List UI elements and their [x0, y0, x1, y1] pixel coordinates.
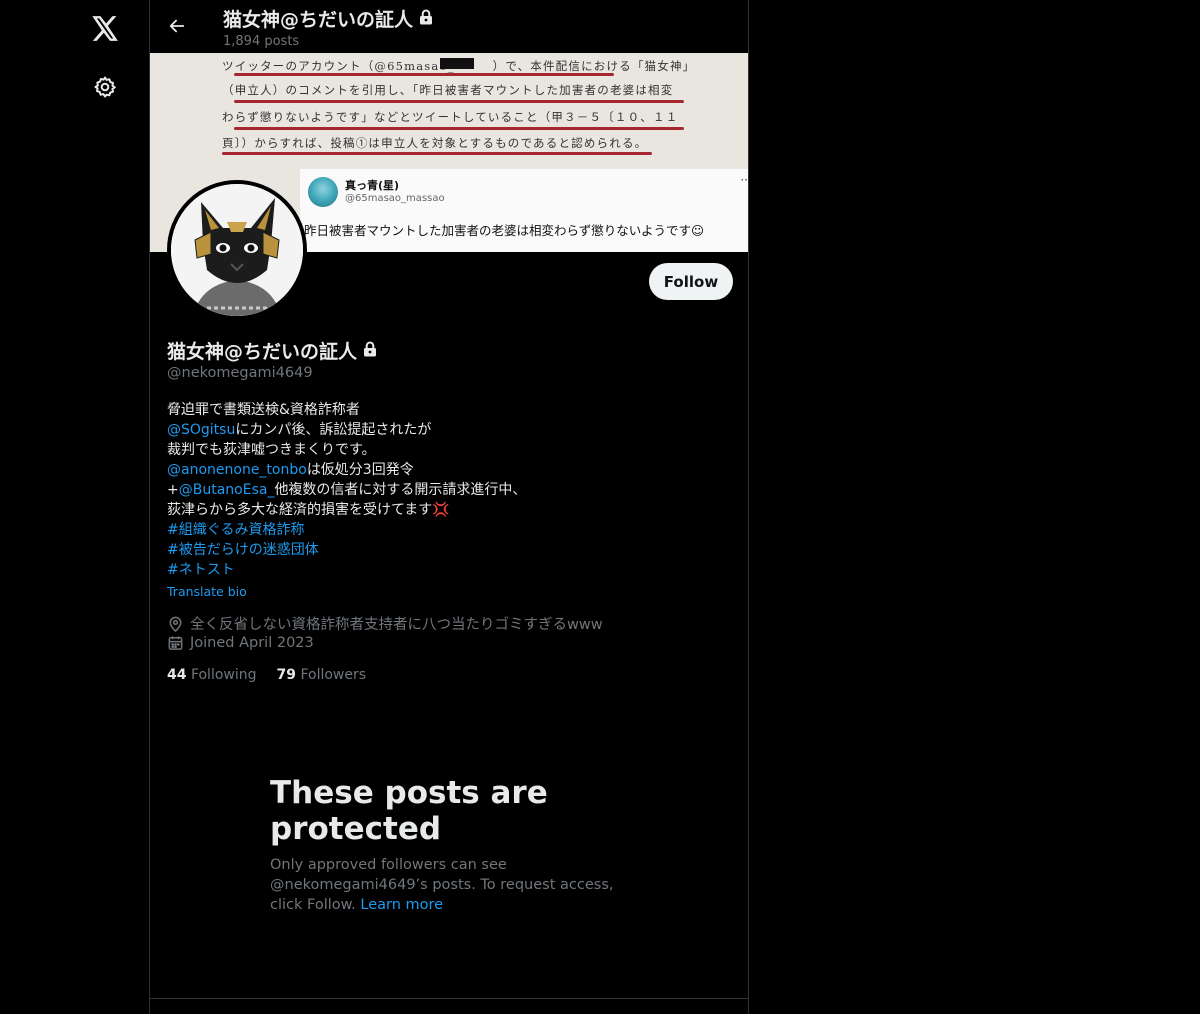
bio-line: #被告だらけの迷惑団体 — [167, 540, 727, 560]
banner-tweet-text: 昨日被害者マウントした加害者の老婆は相変わらず懲りないようです☺ — [304, 223, 705, 238]
protected-lock-icon — [363, 340, 377, 362]
lock-icon — [419, 8, 433, 30]
bio-line: 裁判でも荻津嘘つきまくりです。 — [167, 442, 376, 458]
banner-quoted-tweet: 真っ青(星) @65masao_massao ·· 昨日被害者マウントした加害者… — [300, 169, 748, 252]
profile-stats: 44 Following 79 Followers — [167, 667, 386, 683]
followers-link[interactable]: 79 Followers — [277, 667, 367, 683]
header-display-name: 猫女神@ちだいの証人 — [223, 9, 414, 31]
bio-mention-link[interactable]: @SOgitsu — [167, 422, 235, 438]
banner-tweet-more-icon: ·· — [740, 173, 748, 187]
profile-header-bar: 猫女神@ちだいの証人 1,894 posts — [150, 0, 748, 53]
bio-mention-link[interactable]: @anonenone_tonbo — [167, 462, 307, 478]
following-link[interactable]: 44 Following — [167, 667, 257, 683]
banner-doc-line: （申立人）のコメントを引用し、「昨日被害者マウントした加害者の老婆は相変 — [222, 83, 674, 97]
bio-text: + — [167, 482, 179, 498]
banner-underline — [234, 73, 614, 76]
back-arrow-icon[interactable] — [162, 9, 192, 43]
following-label: Following — [190, 667, 257, 683]
banner-underline — [222, 152, 652, 155]
divider — [150, 998, 748, 999]
protected-description: Only approved followers can see @nekomeg… — [270, 855, 650, 915]
bio-text: にカンパ後、訴訟提起されたが — [235, 422, 432, 438]
bio-line: +@ButanoEsa_他複数の信者に対する開示請求進行中、 — [167, 480, 727, 500]
banner-tweet-avatar — [308, 177, 338, 207]
header-title: 猫女神@ちだいの証人 — [223, 5, 433, 32]
bio-line: 荻津らから多大な経済的損害を受けてます💢 — [167, 502, 450, 518]
profile-location: 全く反省しない資格詐称者支持者に八つ当たりゴミすぎるwww — [167, 613, 603, 634]
following-count: 44 — [167, 667, 187, 683]
bio-line: @anonenone_tonboは仮処分3回発令 — [167, 460, 727, 480]
bio-line: @SOgitsuにカンパ後、訴訟提起されたが — [167, 420, 727, 440]
banner-underline — [234, 100, 684, 103]
followers-count: 79 — [276, 667, 296, 683]
protected-title: These posts are protected — [270, 775, 548, 847]
profile-display-name: 猫女神@ちだいの証人 — [167, 337, 377, 364]
banner-doc-line: 頁〕）からすれば、投稿①は申立人を対象とするものであると認められる。 — [222, 136, 648, 150]
banner-underline — [234, 127, 684, 130]
bio-line: #組織ぐるみ資格詐称 — [167, 520, 727, 540]
location-text: 全く反省しない資格詐称者支持者に八つ当たりゴミすぎるwww — [190, 617, 603, 633]
banner-tweet-handle: @65masao_massao — [345, 193, 445, 204]
profile-bio: 脅迫罪で書類送検&資格詐称者 @SOgitsuにカンパ後、訴訟提起されたが 裁判… — [167, 400, 727, 580]
banner-tweet-name: 真っ青(星) — [345, 179, 400, 192]
translate-bio-link[interactable]: Translate bio — [167, 584, 247, 599]
x-logo-icon[interactable] — [85, 8, 125, 48]
bio-mention-link[interactable]: @ButanoEsa_ — [179, 482, 275, 498]
bio-text: 他複数の信者に対する開示請求進行中、 — [274, 482, 527, 498]
profile-avatar[interactable] — [167, 180, 307, 320]
banner-redaction — [440, 58, 474, 69]
bio-text: は仮処分3回発令 — [306, 462, 414, 478]
followers-label: Followers — [300, 667, 367, 683]
joined-text: Joined April 2023 — [190, 635, 314, 651]
follow-button[interactable]: Follow — [649, 263, 733, 300]
post-count: 1,894 posts — [223, 34, 300, 49]
gear-icon[interactable] — [85, 67, 125, 107]
banner-doc-line: わらず懲りないようです」などとツイートしていること（甲３－５〔１０、１１ — [222, 110, 679, 124]
profile-column: 猫女神@ちだいの証人 1,894 posts ツイッターのアカウント（@65ma… — [149, 0, 749, 1014]
profile-joined: Joined April 2023 — [167, 634, 314, 652]
bio-hashtag-link[interactable]: #ネトスト — [167, 562, 235, 578]
bio-line: 脅迫罪で書類送検&資格詐称者 — [167, 402, 360, 418]
display-name-text: 猫女神@ちだいの証人 — [167, 341, 358, 363]
location-pin-icon — [169, 616, 182, 632]
bio-hashtag-link[interactable]: #組織ぐるみ資格詐称 — [167, 522, 304, 538]
left-nav — [0, 0, 149, 1014]
learn-more-link[interactable]: Learn more — [360, 897, 443, 913]
calendar-icon — [168, 636, 183, 650]
bio-hashtag-link[interactable]: #被告だらけの迷惑団体 — [167, 542, 319, 558]
bio-line: #ネトスト — [167, 560, 727, 580]
profile-handle: @nekomegami4649 — [167, 365, 313, 381]
